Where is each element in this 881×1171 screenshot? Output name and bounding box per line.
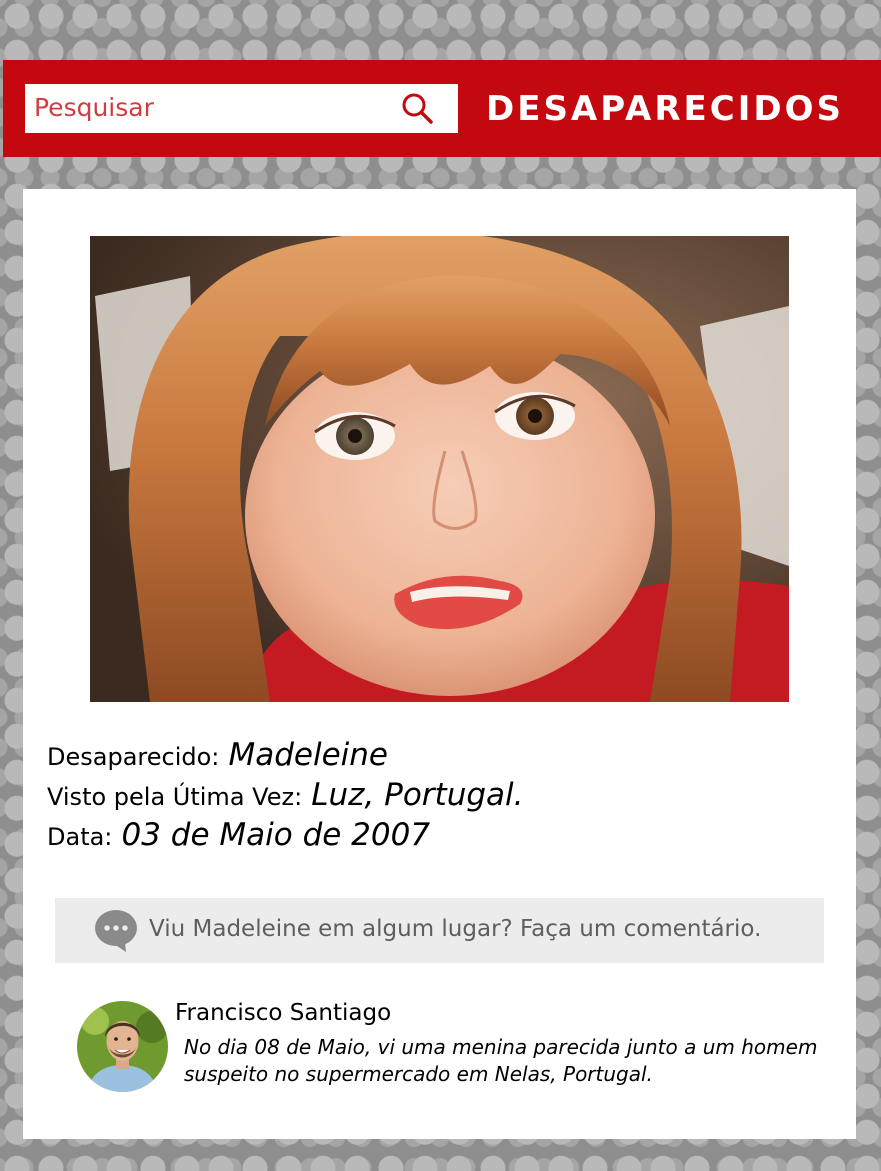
last-seen-value: Luz, Portugal.	[311, 777, 524, 813]
missing-name-value: Madeleine	[228, 737, 388, 773]
search-input[interactable]	[25, 84, 385, 133]
missing-name-row: Desaparecido: Madeleine	[47, 737, 524, 777]
chat-bubble-icon	[95, 910, 137, 952]
date-value: 03 de Maio de 2007	[121, 817, 431, 853]
comment-prompt-bar[interactable]: Viu Madeleine em algum lugar? Faça um co…	[55, 898, 824, 963]
missing-person-card: Desaparecido: Madeleine Visto pela Útima…	[23, 189, 856, 1139]
header-bar: DESAPARECIDOS	[3, 60, 881, 157]
search-box	[25, 84, 458, 133]
site-title: DESAPARECIDOS	[486, 89, 844, 129]
date-label: Data:	[47, 823, 113, 851]
comment-prompt-text: Viu Madeleine em algum lugar? Faça um co…	[149, 916, 762, 942]
comment-text: No dia 08 de Maio, vi uma menina parecid…	[184, 1035, 818, 1086]
missing-name-label: Desaparecido:	[47, 743, 220, 771]
last-seen-label: Visto pela Útima Vez:	[47, 783, 303, 811]
date-row: Data: 03 de Maio de 2007	[47, 817, 524, 857]
search-icon[interactable]	[400, 91, 436, 127]
missing-person-info: Desaparecido: Madeleine Visto pela Útima…	[47, 737, 524, 857]
commenter-name: Francisco Santiago	[175, 1000, 392, 1026]
last-seen-row: Visto pela Útima Vez: Luz, Portugal.	[47, 777, 524, 817]
commenter-avatar	[77, 1001, 168, 1092]
missing-person-photo	[90, 236, 789, 702]
